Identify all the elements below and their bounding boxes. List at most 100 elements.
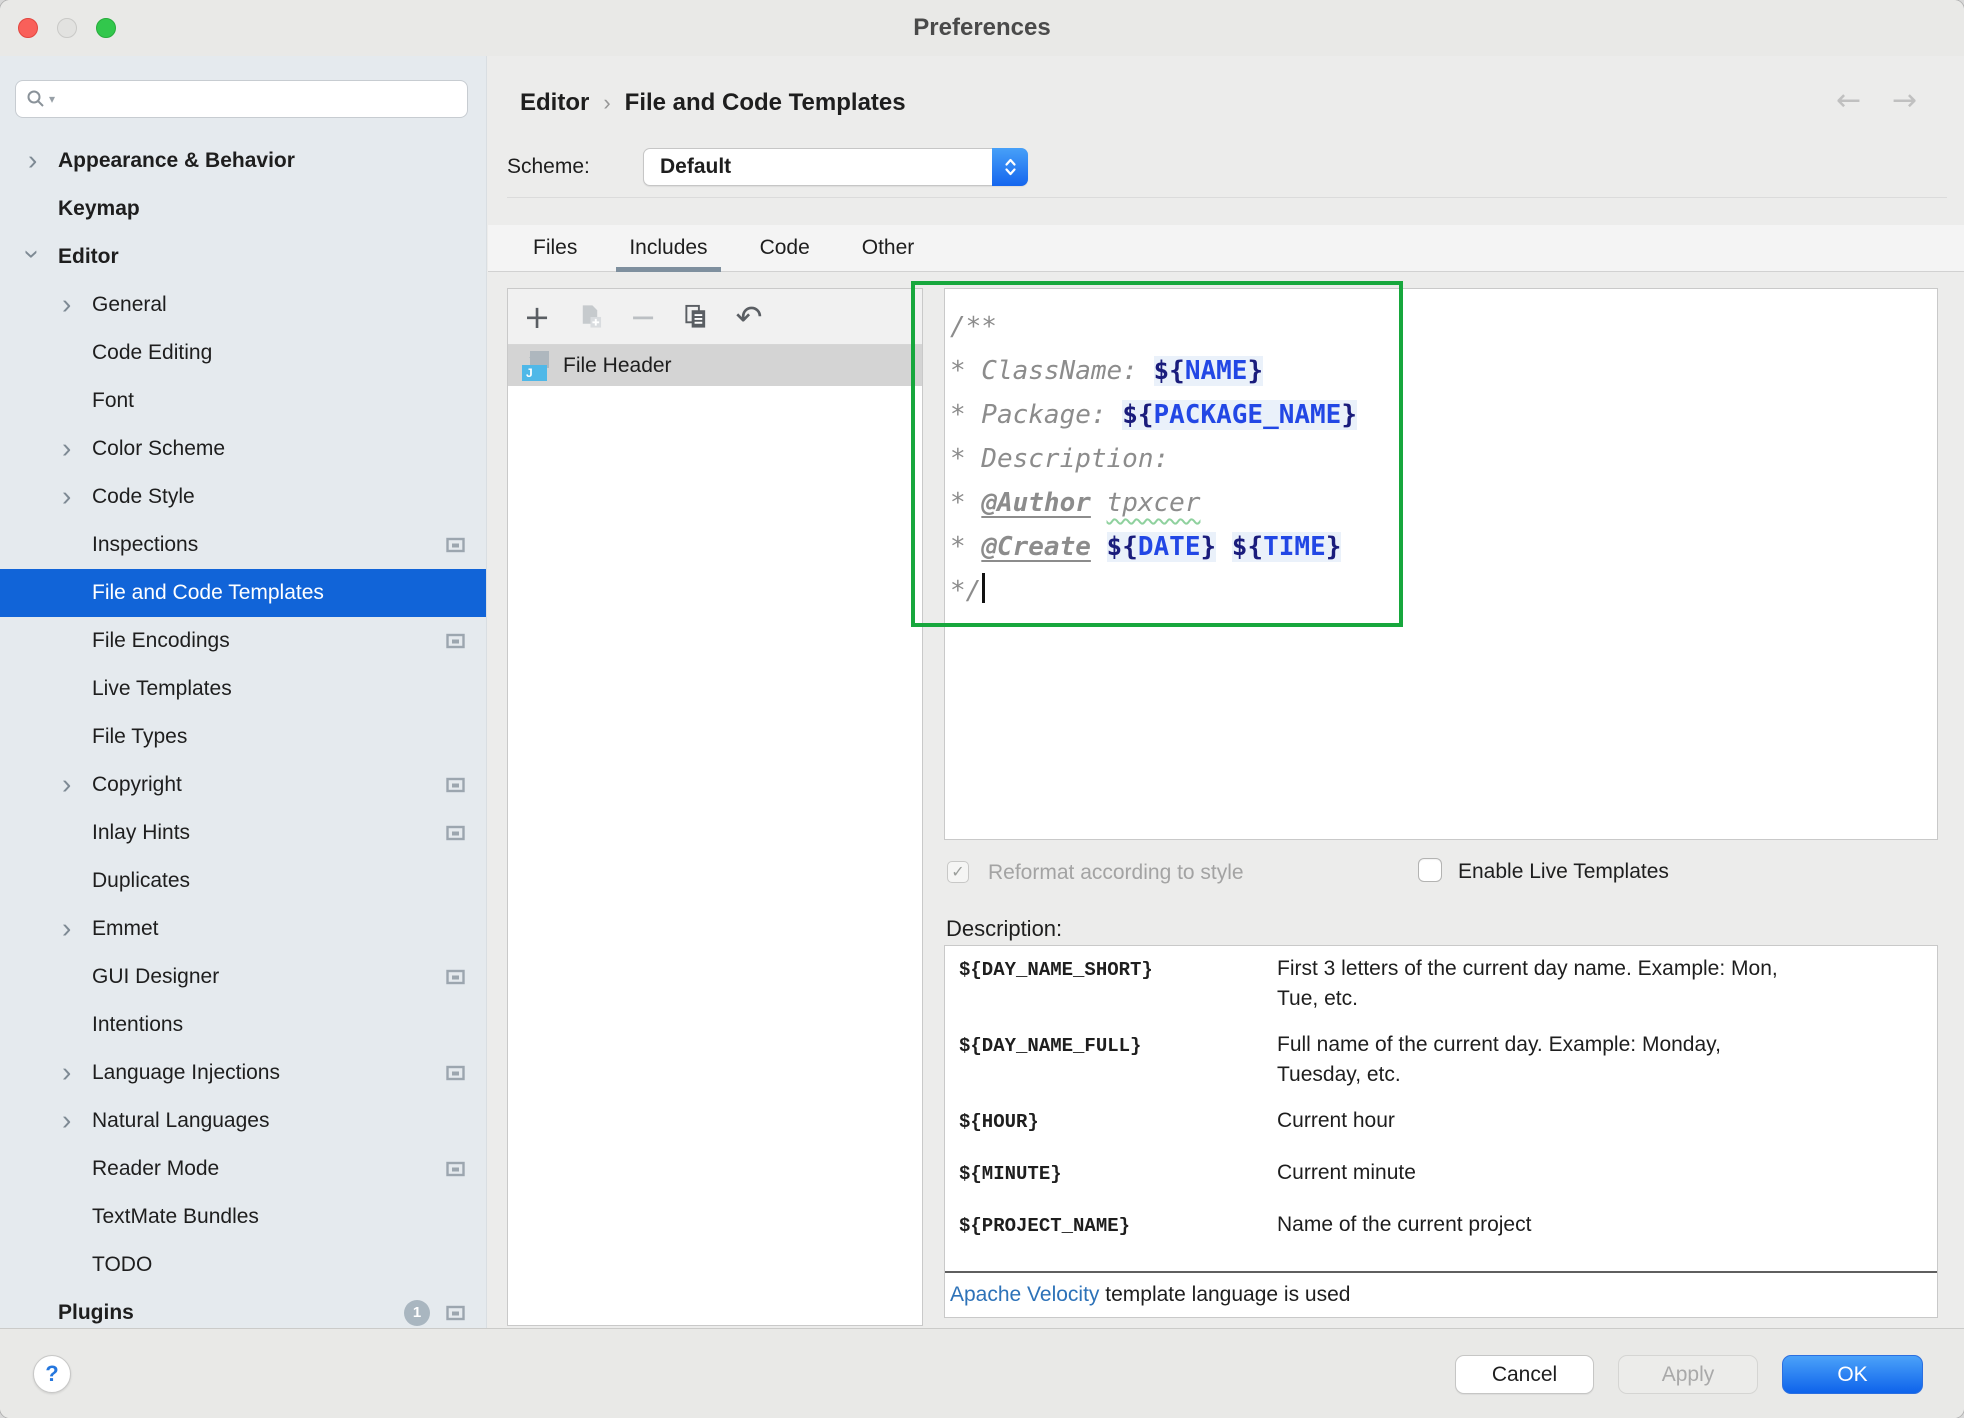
code-line: * Package: ${PACKAGE_NAME} bbox=[950, 393, 1937, 437]
chevron-right-icon[interactable]: › bbox=[28, 146, 37, 174]
comment-text bbox=[1091, 532, 1107, 562]
sidebar-item-file-and-code-templates[interactable]: File and Code Templates bbox=[0, 569, 486, 617]
sidebar-item-emmet[interactable]: › Emmet bbox=[0, 905, 486, 953]
template-editor[interactable]: /*** ClassName: ${NAME}* Package: ${PACK… bbox=[944, 288, 1938, 840]
titlebar: Preferences bbox=[0, 0, 1964, 56]
variable-name: ${DAY_NAME_FULL} bbox=[959, 1030, 1277, 1106]
sidebar-item-gui-designer[interactable]: GUI Designer bbox=[0, 953, 486, 1001]
per-project-settings-icon bbox=[446, 1162, 465, 1177]
reformat-checkbox[interactable]: ✓ bbox=[947, 861, 969, 883]
back-arrow-icon[interactable]: ← bbox=[1836, 84, 1861, 118]
apache-velocity-link[interactable]: Apache Velocity bbox=[950, 1283, 1099, 1306]
sidebar-item-color-scheme[interactable]: › Color Scheme bbox=[0, 425, 486, 473]
chevron-right-icon[interactable]: › bbox=[62, 434, 71, 462]
variable-row: ${DAY_NAME_FULL}Full name of the current… bbox=[959, 1030, 1927, 1106]
text-cursor bbox=[982, 573, 985, 603]
sidebar-item-editor[interactable]: ›Editor bbox=[0, 233, 486, 281]
template-list-item-file-header[interactable]: J File Header bbox=[508, 345, 922, 386]
tab-other[interactable]: Other bbox=[849, 225, 928, 271]
chevron-right-icon[interactable]: › bbox=[62, 482, 71, 510]
sidebar-item-todo[interactable]: TODO bbox=[0, 1241, 486, 1289]
variable-name: ${MINUTE} bbox=[959, 1158, 1277, 1210]
apply-button[interactable]: Apply bbox=[1618, 1355, 1758, 1394]
minimize-window-button[interactable] bbox=[57, 18, 77, 38]
chevron-right-icon[interactable]: › bbox=[62, 290, 71, 318]
chevron-down-icon[interactable]: › bbox=[19, 250, 47, 259]
ok-button[interactable]: OK bbox=[1782, 1355, 1923, 1394]
sidebar-item-inspections[interactable]: Inspections bbox=[0, 521, 486, 569]
add-template-button[interactable]: + bbox=[524, 304, 550, 330]
sidebar-item-keymap[interactable]: Keymap bbox=[0, 185, 486, 233]
file-plus-icon bbox=[577, 303, 603, 330]
sidebar-item-duplicates[interactable]: Duplicates bbox=[0, 857, 486, 905]
copy-template-button[interactable] bbox=[683, 304, 709, 330]
per-project-settings-icon bbox=[446, 970, 465, 985]
sidebar-item-label: Plugins bbox=[58, 1301, 134, 1325]
search-input[interactable]: ▾ bbox=[15, 80, 468, 118]
select-arrows-icon[interactable] bbox=[992, 148, 1028, 186]
variable-name: ${DAY_NAME_SHORT} bbox=[959, 954, 1277, 1030]
variables-table: ${DAY_NAME_SHORT}First 3 letters of the … bbox=[959, 954, 1927, 1262]
sidebar-item-label: Intentions bbox=[92, 1013, 183, 1037]
cancel-button[interactable]: Cancel bbox=[1455, 1355, 1594, 1394]
sidebar-item-copyright[interactable]: ›Copyright bbox=[0, 761, 486, 809]
sidebar-item-label: Emmet bbox=[92, 917, 159, 941]
sidebar-item-label: Color Scheme bbox=[92, 437, 225, 461]
sidebar-item-label: General bbox=[92, 293, 167, 317]
variable-row: ${DAY_NAME_SHORT}First 3 letters of the … bbox=[959, 954, 1927, 1030]
sidebar-item-code-editing[interactable]: Code Editing bbox=[0, 329, 486, 377]
sidebar-item-natural-languages[interactable]: ›Natural Languages bbox=[0, 1097, 486, 1145]
create-child-template-button[interactable] bbox=[577, 304, 603, 330]
sidebar-item-inlay-hints[interactable]: Inlay Hints bbox=[0, 809, 486, 857]
sidebar-item-appearance-behavior[interactable]: ›Appearance & Behavior bbox=[0, 137, 486, 185]
forward-arrow-icon[interactable]: → bbox=[1892, 84, 1917, 118]
chevron-right-icon[interactable]: › bbox=[62, 770, 71, 798]
close-window-button[interactable] bbox=[18, 18, 38, 38]
sidebar-item-label: File Types bbox=[92, 725, 187, 749]
tab-code[interactable]: Code bbox=[747, 225, 823, 271]
sidebar-item-code-style[interactable]: ›Code Style bbox=[0, 473, 486, 521]
scheme-select[interactable]: Default bbox=[643, 148, 1028, 186]
chevron-right-icon[interactable]: › bbox=[62, 1058, 71, 1086]
search-icon bbox=[26, 89, 46, 109]
chevron-right-icon[interactable]: › bbox=[62, 914, 71, 942]
search-options-caret-icon[interactable]: ▾ bbox=[49, 92, 55, 106]
tab-includes[interactable]: Includes bbox=[616, 225, 720, 271]
variable-row: ${MINUTE}Current minute bbox=[959, 1158, 1927, 1210]
chevron-right-icon[interactable]: › bbox=[62, 1106, 71, 1134]
sidebar-item-live-templates[interactable]: Live Templates bbox=[0, 665, 486, 713]
zoom-window-button[interactable] bbox=[96, 18, 116, 38]
enable-live-templates-label: Enable Live Templates bbox=[1458, 858, 1669, 886]
per-project-settings-icon bbox=[446, 634, 465, 649]
sidebar-item-label: Inlay Hints bbox=[92, 821, 190, 845]
comment-text: * bbox=[950, 488, 981, 518]
preferences-window: Preferences ▾ ›Appearance & BehaviorKeym… bbox=[0, 0, 1964, 1418]
breadcrumb-editor[interactable]: Editor bbox=[520, 89, 589, 116]
help-button[interactable]: ? bbox=[33, 1355, 71, 1393]
template-variable: ${NAME} bbox=[1154, 356, 1264, 386]
sidebar-item-file-encodings[interactable]: File Encodings bbox=[0, 617, 486, 665]
sidebar-item-reader-mode[interactable]: Reader Mode bbox=[0, 1145, 486, 1193]
reformat-label: Reformat according to style bbox=[988, 859, 1244, 887]
sidebar-item-label: Font bbox=[92, 389, 134, 413]
sidebar-item-label: Inspections bbox=[92, 533, 198, 557]
comment-text: */ bbox=[950, 576, 981, 606]
comment-text: tpxcer bbox=[1107, 488, 1201, 518]
sidebar-item-plugins[interactable]: Plugins1 bbox=[0, 1289, 486, 1328]
sidebar-item-label: Code Editing bbox=[92, 341, 212, 365]
comment-text: * Description: bbox=[950, 444, 1169, 474]
sidebar-item-label: File and Code Templates bbox=[92, 581, 324, 605]
reset-to-default-button[interactable]: ↶ bbox=[736, 304, 762, 330]
breadcrumb-separator: › bbox=[589, 90, 624, 115]
code-line: * @Author tpxcer bbox=[950, 481, 1937, 525]
sidebar-item-font[interactable]: Font bbox=[0, 377, 486, 425]
remove-template-button[interactable]: − bbox=[630, 304, 656, 330]
sidebar-item-intentions[interactable]: Intentions bbox=[0, 1001, 486, 1049]
sidebar-item-textmate-bundles[interactable]: TextMate Bundles bbox=[0, 1193, 486, 1241]
tab-files[interactable]: Files bbox=[520, 225, 590, 271]
template-list-toolbar: + − ↶ bbox=[508, 289, 922, 345]
sidebar-item-language-injections[interactable]: ›Language Injections bbox=[0, 1049, 486, 1097]
sidebar-item-general[interactable]: › General bbox=[0, 281, 486, 329]
sidebar-item-file-types[interactable]: File Types bbox=[0, 713, 486, 761]
enable-live-templates-checkbox[interactable] bbox=[1418, 858, 1442, 882]
